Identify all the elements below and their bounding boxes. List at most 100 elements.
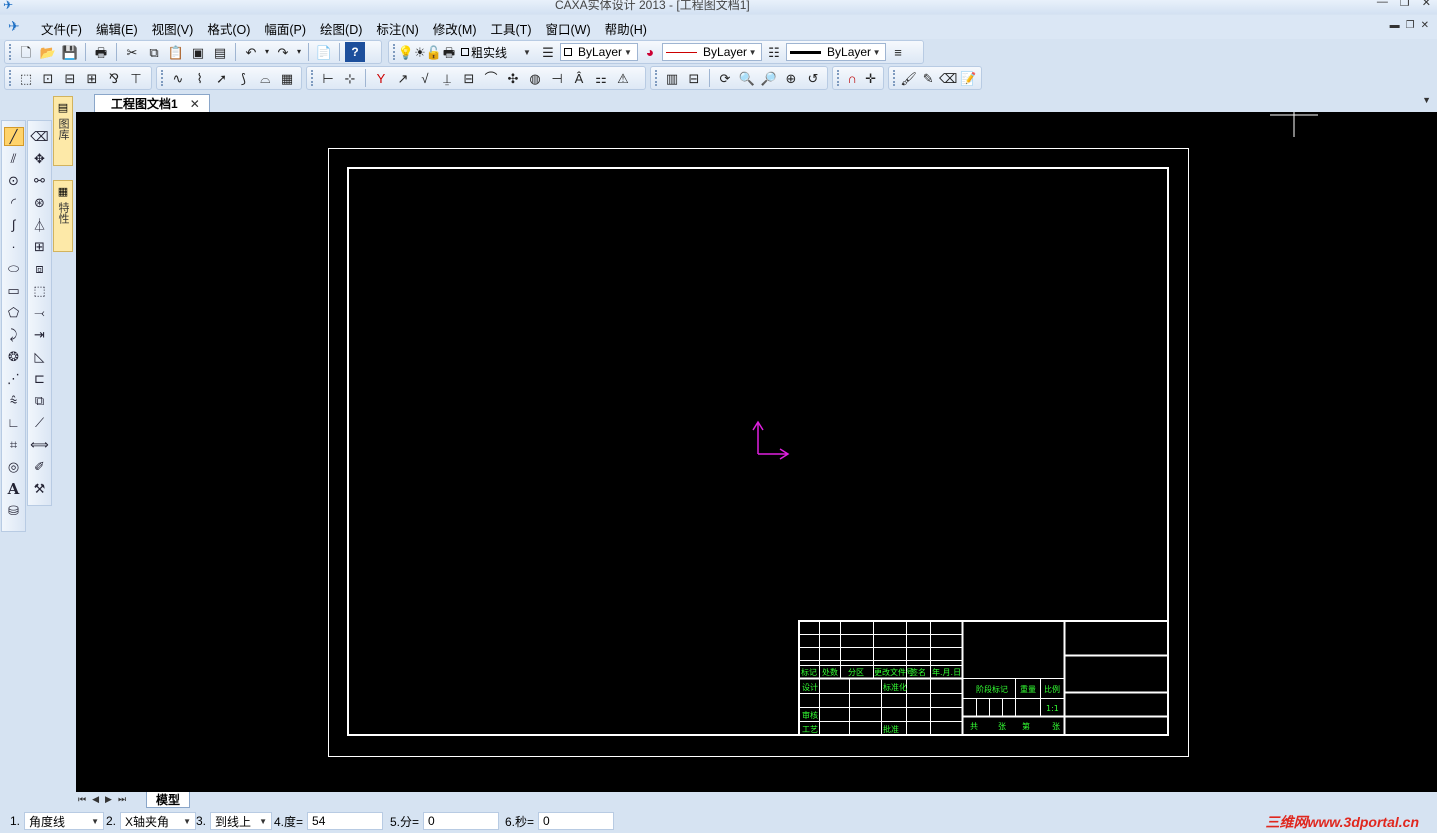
weld-icon[interactable]: ⌒ <box>481 68 501 88</box>
leader-icon[interactable]: ↗ <box>393 68 413 88</box>
side-tab-properties[interactable]: ▦ 特性 <box>53 180 73 252</box>
zoom-prev-icon[interactable]: ↺ <box>803 68 823 88</box>
degree-input[interactable]: 54 <box>307 812 384 830</box>
chamfer-icon[interactable]: ∟ <box>4 413 24 432</box>
lengthen-icon[interactable]: ⟋ <box>30 413 50 432</box>
array-icon[interactable]: ⊞ <box>30 237 50 256</box>
redo-dropdown-icon[interactable]: ▾ <box>295 42 303 62</box>
snap-point-icon[interactable]: ✛ <box>862 68 879 88</box>
centerline-icon[interactable]: ⋰ <box>4 369 24 388</box>
toolbar-grip[interactable] <box>311 70 314 86</box>
option-2-dropdown[interactable]: X轴夹角 ▼ <box>120 812 197 830</box>
rectangle-icon[interactable]: ▭ <box>4 281 24 300</box>
next-tab-icon[interactable]: ▶ <box>105 794 112 805</box>
toolbar-grip[interactable] <box>9 44 12 60</box>
paste-special-icon[interactable]: ▤ <box>210 42 230 62</box>
bom-icon[interactable]: ⊤ <box>126 68 146 88</box>
fillet-icon[interactable]: ⬚ <box>30 281 50 300</box>
save-icon[interactable]: 💾 <box>60 42 80 62</box>
menu-view[interactable]: 视图(V) <box>145 19 201 38</box>
tab-list-chevron-icon[interactable]: ▼ <box>1422 95 1431 105</box>
arc-icon[interactable]: ◜ <box>4 193 24 212</box>
menu-file[interactable]: 文件(F) <box>34 19 89 38</box>
new-file-icon[interactable]: 🗋 <box>16 42 36 62</box>
layer-lock-icon[interactable]: 🔓 <box>426 42 442 62</box>
tolerance-icon[interactable]: ⊟ <box>459 68 479 88</box>
tech-req-icon[interactable]: ⚏ <box>591 68 611 88</box>
move-icon[interactable]: ✥ <box>30 149 50 168</box>
frame-icon[interactable]: ⊡ <box>38 68 58 88</box>
rotate-icon[interactable]: ⊛ <box>30 193 50 212</box>
doc-restore-icon[interactable]: ❐ <box>1406 20 1415 31</box>
prev-tab-icon[interactable]: ◀ <box>92 794 99 805</box>
toolbar-grip[interactable] <box>837 70 840 86</box>
minute-input[interactable]: 0 <box>423 812 500 830</box>
menu-tools[interactable]: 工具(T) <box>484 19 539 38</box>
coordinate-dim-icon[interactable]: ⊹ <box>340 68 360 88</box>
region-icon[interactable]: ◎ <box>4 457 24 476</box>
print-icon[interactable]: 🖶 <box>91 42 111 62</box>
toolbar-grip[interactable] <box>893 70 896 86</box>
measure-icon[interactable]: ⊟ <box>684 68 704 88</box>
roughness-icon[interactable]: √ <box>415 68 435 88</box>
last-tab-icon[interactable]: ⏭ <box>118 794 126 805</box>
layer-sun-icon[interactable]: ☀ <box>414 42 426 62</box>
hatch-icon[interactable]: ⌓ <box>255 68 275 88</box>
hole-callout-icon[interactable]: ◍ <box>525 68 545 88</box>
edit-block-icon[interactable]: ✐ <box>30 457 50 476</box>
option-3-dropdown[interactable]: 到线上 ▼ <box>210 812 273 830</box>
spline-tool-icon[interactable]: ∫ <box>4 215 24 234</box>
polygon-icon[interactable]: ⬠ <box>4 303 24 322</box>
undo-dropdown-icon[interactable]: ▾ <box>263 42 271 62</box>
doc-minimize-icon[interactable]: ▬ <box>1390 20 1400 31</box>
toolbar-grip[interactable] <box>9 70 12 86</box>
paste-icon[interactable]: 📋 <box>166 42 186 62</box>
menu-dimension[interactable]: 标注(N) <box>369 19 425 38</box>
section-icon[interactable]: ⊣ <box>547 68 567 88</box>
line-tool-icon[interactable]: ╱ <box>3 127 24 146</box>
menu-edit[interactable]: 编辑(E) <box>89 19 145 38</box>
break-icon[interactable]: ⊏ <box>30 369 50 388</box>
redo-icon[interactable]: ↷ <box>273 42 293 62</box>
first-tab-icon[interactable]: ⏮ <box>78 794 86 805</box>
block-icon[interactable]: ▦ <box>277 68 297 88</box>
cut-icon[interactable]: ✂ <box>122 42 142 62</box>
zoom-window-icon[interactable]: 🔍 <box>737 68 757 88</box>
copy-tool-icon[interactable]: ⚯ <box>30 171 50 190</box>
parallel-line-icon[interactable]: ⫽ <box>4 149 24 168</box>
second-input[interactable]: 0 <box>538 812 615 830</box>
toolbar-grip[interactable] <box>655 70 658 86</box>
copy-icon[interactable]: ⧉ <box>144 42 164 62</box>
layer-combo[interactable]: 粗实线 ▼ <box>458 43 536 61</box>
tab-document-1[interactable]: 工程图文档1 ✕ <box>94 94 210 112</box>
title-block-icon[interactable]: ⊟ <box>60 68 80 88</box>
app-menu-icon[interactable]: ✈ <box>8 18 26 36</box>
menu-sheet[interactable]: 幅面(P) <box>257 19 313 38</box>
option-1-dropdown[interactable]: 角度线 ▼ <box>24 812 105 830</box>
lineweight-combo[interactable]: ByLayer ▼ <box>786 43 886 61</box>
redraw-icon[interactable]: ⟳ <box>715 68 735 88</box>
menu-window[interactable]: 窗口(W) <box>538 19 597 38</box>
edit-pen-icon[interactable]: ✎ <box>919 68 937 88</box>
help-icon[interactable]: ? <box>345 42 365 62</box>
polyline-icon[interactable]: ⤸ <box>4 325 24 344</box>
drawing-canvas[interactable]: 标记 处数 分区 更改文件号 签名 年.月.日 设计 标准化 阶段标记 重量 比… <box>76 112 1437 792</box>
attribute-icon[interactable]: ⚒ <box>30 479 50 498</box>
color-palette-icon[interactable]: ◕ <box>640 42 660 62</box>
clipboard-icon[interactable]: 📄 <box>314 42 334 62</box>
delete-tool-icon[interactable]: ⌫ <box>30 127 50 146</box>
text-icon[interactable]: Â <box>569 68 589 88</box>
trim-icon[interactable]: ⤙ <box>30 303 50 322</box>
eraser-icon[interactable]: ⌫ <box>939 68 957 88</box>
explode-icon[interactable]: ⧉ <box>30 391 50 410</box>
open-file-icon[interactable]: 📂 <box>38 42 58 62</box>
menu-help[interactable]: 帮助(H) <box>598 19 654 38</box>
maximize-icon[interactable]: ❐ <box>1400 0 1410 9</box>
datum-icon[interactable]: ⍊ <box>437 68 457 88</box>
properties-icon[interactable]: ▥ <box>662 68 682 88</box>
zoom-in-icon[interactable]: ⊕ <box>781 68 801 88</box>
break-line-icon[interactable]: ⌇ <box>190 68 210 88</box>
toolbar-grip[interactable] <box>161 70 164 86</box>
format-brush-icon[interactable]: 🖌 <box>900 68 918 88</box>
scale-icon[interactable]: ⧈ <box>30 259 50 278</box>
